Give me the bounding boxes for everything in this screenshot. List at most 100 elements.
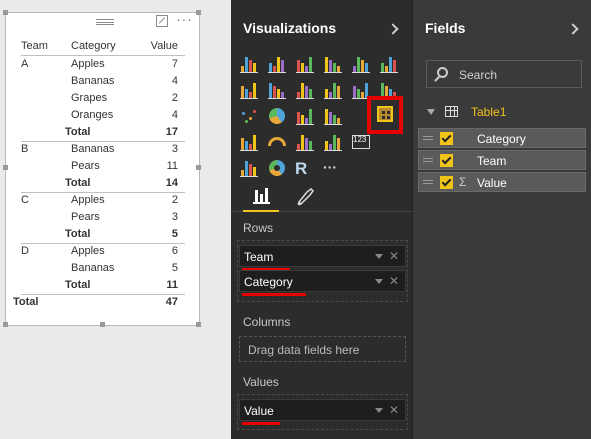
tab-format[interactable] [287, 180, 323, 212]
more-options-icon[interactable]: ··· [176, 11, 193, 27]
tab-fields-well[interactable] [243, 180, 279, 212]
resize-handle[interactable] [196, 165, 201, 170]
columns-drop-zone[interactable]: Drag data fields here [239, 336, 406, 362]
value-cell: 4 [171, 75, 178, 87]
value-cell: 17 [165, 126, 178, 138]
resize-handle[interactable] [196, 322, 201, 327]
value-cell: 5 [171, 262, 178, 274]
gauge-icon[interactable] [267, 133, 287, 151]
line-column-chart-icon[interactable] [323, 81, 343, 99]
columns-section-label: Columns [243, 315, 291, 329]
team-cell[interactable]: B [21, 143, 28, 155]
field-checkbox[interactable] [440, 132, 453, 145]
remove-field-icon[interactable]: ✕ [389, 274, 399, 288]
value-cell: 4 [171, 109, 178, 121]
paint-roller-icon [297, 188, 314, 206]
subtotal-label: Total [65, 228, 91, 240]
drag-handle-icon[interactable] [423, 158, 433, 162]
resize-handle[interactable] [3, 165, 8, 170]
matrix-visual[interactable]: ··· Team Category Value A Apples 7 Bananas 4… [5, 11, 200, 326]
matrix-visual-selected-icon[interactable] [367, 96, 403, 134]
treemap-icon[interactable] [295, 107, 315, 125]
resize-handle[interactable] [3, 322, 8, 327]
fields-search-input[interactable]: Search [426, 60, 582, 88]
line-chart-icon[interactable] [239, 81, 259, 99]
team-cell[interactable]: A [21, 58, 28, 70]
funnel-icon[interactable] [239, 133, 259, 151]
resize-handle[interactable] [3, 10, 8, 15]
100-stacked-bar-chart-icon[interactable] [351, 55, 371, 73]
resize-handle[interactable] [100, 322, 105, 327]
clustered-column-chart-icon[interactable] [323, 55, 343, 73]
focus-mode-icon[interactable] [156, 15, 168, 27]
column-header-value[interactable]: Value [121, 40, 178, 52]
field-checkbox[interactable] [440, 176, 453, 189]
slicer-icon[interactable] [239, 159, 259, 177]
column-header-category[interactable]: Category [71, 40, 116, 52]
field-checkbox[interactable] [440, 154, 453, 167]
card-icon[interactable] [323, 133, 343, 151]
drag-handle-icon[interactable] [423, 180, 433, 184]
stacked-column-chart-icon[interactable] [267, 55, 287, 73]
collapse-visualizations-chevron-icon[interactable] [387, 23, 399, 35]
values-field-value[interactable]: Value ✕ [239, 399, 406, 425]
subtotal-label: Total [65, 177, 91, 189]
more-visuals-icon[interactable]: ··· [323, 159, 343, 177]
category-cell: Pears [71, 211, 100, 223]
values-section-label: Values [243, 375, 279, 389]
grand-total-value: 47 [165, 296, 178, 308]
resize-handle[interactable] [196, 10, 201, 15]
expand-collapse-icon[interactable] [427, 109, 435, 115]
scatter-chart-icon[interactable] [239, 107, 259, 125]
remove-field-icon[interactable]: ✕ [389, 403, 399, 417]
dropdown-arrow-icon[interactable] [375, 408, 383, 413]
multi-row-card-icon[interactable] [295, 133, 315, 151]
team-cell[interactable]: D [21, 245, 29, 257]
value-cell: 3 [171, 143, 178, 155]
r-visual-icon[interactable]: R [295, 159, 315, 178]
grand-total-label: Total [13, 296, 39, 308]
remove-field-icon[interactable]: ✕ [389, 249, 399, 263]
value-cell: 5 [171, 228, 178, 240]
subtotal-label: Total [65, 126, 91, 138]
fields-tab-icon [253, 188, 270, 204]
kpi-label: 123 [353, 135, 367, 144]
kpi-icon[interactable]: 123 [351, 133, 371, 151]
category-cell: Grapes [71, 92, 108, 104]
rows-section-label: Rows [243, 221, 274, 235]
drag-handle-icon[interactable] [423, 136, 433, 140]
red-underline [242, 422, 280, 425]
table-name: Table1 [471, 105, 507, 119]
field-name: Value [477, 176, 507, 190]
100-stacked-column-chart-icon[interactable] [379, 55, 399, 73]
dropdown-arrow-icon[interactable] [375, 254, 383, 259]
table-visual-icon[interactable] [323, 107, 343, 125]
powerbi-window: ··· Team Category Value A Apples 7 Bananas 4… [0, 0, 591, 439]
field-value[interactable]: Σ Value [418, 172, 586, 192]
collapse-fields-chevron-icon[interactable] [567, 23, 579, 35]
rows-field-team[interactable]: Team ✕ [239, 245, 406, 271]
clustered-bar-chart-icon[interactable] [295, 55, 315, 73]
subtotal-label: Total [65, 279, 91, 291]
category-cell: Oranges [71, 109, 114, 121]
stacked-bar-chart-icon[interactable] [239, 55, 259, 73]
team-cell[interactable]: C [21, 194, 29, 206]
category-cell: Bananas [71, 143, 115, 155]
table-icon [445, 106, 458, 117]
rows-field-category[interactable]: Category ✕ [239, 270, 406, 296]
column-header-team[interactable]: Team [21, 40, 48, 52]
drag-grip-icon[interactable] [96, 19, 114, 25]
area-chart-icon[interactable] [267, 81, 287, 99]
value-cell: 11 [166, 279, 178, 291]
subtotal-divider [21, 243, 185, 244]
field-category[interactable]: Category [418, 128, 586, 148]
category-cell: Apples [71, 194, 105, 206]
stacked-area-chart-icon[interactable] [295, 81, 315, 99]
value-cell: 3 [171, 211, 178, 223]
field-team[interactable]: Team [418, 150, 586, 170]
dropdown-arrow-icon[interactable] [375, 279, 383, 284]
pie-chart-icon[interactable] [267, 107, 287, 125]
donut-chart-icon[interactable] [267, 159, 287, 177]
category-cell: Pears [71, 160, 100, 172]
header-divider [21, 55, 185, 56]
